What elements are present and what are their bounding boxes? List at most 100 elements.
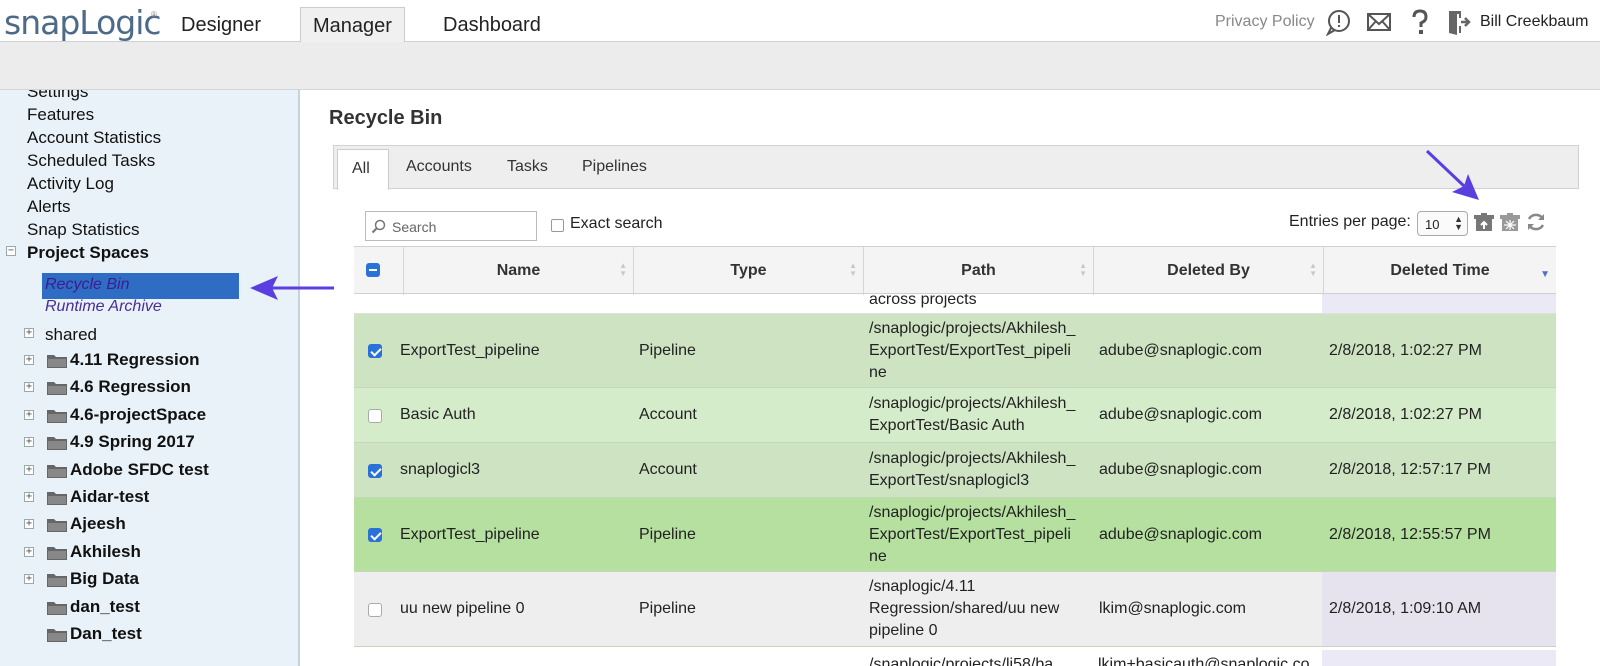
deleted-time-cell: 2/8/2018, 1:09:10 AM xyxy=(1329,600,1482,617)
help-icon[interactable] xyxy=(1406,8,1434,36)
path-line: ExportTest/Basic Auth xyxy=(869,417,1025,434)
table-row-partial: across projects xyxy=(354,291,1556,314)
select-all-cell xyxy=(354,247,404,295)
expand-icon[interactable]: + xyxy=(24,464,34,475)
path-cell: /snaplogic/projects/Akhilesh_ ExportTest/… xyxy=(869,388,1075,442)
sidebar-item-shared[interactable]: shared xyxy=(45,325,97,345)
expand-icon[interactable]: + xyxy=(24,574,34,585)
row-checkbox[interactable] xyxy=(368,528,382,542)
sidebar-folder-item[interactable]: Adobe SFDC test xyxy=(70,460,209,480)
mail-icon[interactable] xyxy=(1365,8,1393,36)
path-line: /snaplogic/projects/Akhilesh_ xyxy=(869,450,1076,467)
sidebar-item-settings[interactable]: Settings xyxy=(27,90,88,102)
column-header-path[interactable]: Path ▲ ▼ xyxy=(864,247,1094,295)
deleted-time-cell-bg xyxy=(1322,294,1556,313)
path-cell: /snaplogic/projects/li58/ba xyxy=(869,656,1054,666)
refresh-icon[interactable] xyxy=(1524,210,1548,234)
privacy-policy-link[interactable]: Privacy Policy xyxy=(1215,13,1315,31)
tab-designer[interactable]: Designer xyxy=(181,14,261,37)
select-all-checkbox[interactable] xyxy=(366,263,380,277)
expand-icon[interactable]: + xyxy=(24,328,34,338)
feedback-icon[interactable] xyxy=(1325,8,1353,37)
row-checkbox[interactable] xyxy=(368,344,382,358)
sidebar-item-activity-log[interactable]: Activity Log xyxy=(27,174,114,194)
path-lines: /snaplogic/4.11 Regression/shared/uu new p… xyxy=(869,576,1059,642)
path-line: /snaplogic/4.11 xyxy=(869,578,976,595)
tab-accounts[interactable]: Accounts xyxy=(406,158,472,176)
name-cell: ExportTest_pipeline xyxy=(400,525,540,543)
sort-icon: ▲ ▼ xyxy=(1309,261,1317,278)
column-header-deleted-time[interactable]: Deleted Time ▼ xyxy=(1324,247,1556,295)
expand-icon[interactable]: + xyxy=(24,519,34,530)
column-header-type[interactable]: Type ▲ ▼ xyxy=(634,247,864,295)
sidebar-folder-item[interactable]: 4.6 Regression xyxy=(70,377,191,397)
tab-tasks[interactable]: Tasks xyxy=(507,158,548,176)
sidebar-folder-item[interactable]: 4.11 Regression xyxy=(70,350,199,370)
exact-search-label: Exact search xyxy=(570,215,663,232)
folder-icon xyxy=(47,600,67,615)
sidebar-item-account-statistics[interactable]: Account Statistics xyxy=(27,128,161,148)
sort-icon: ▲ ▼ xyxy=(619,261,627,278)
tab-pipelines[interactable]: Pipelines xyxy=(582,158,647,176)
sort-desc-icon: ▼ xyxy=(1540,269,1550,280)
tab-manager[interactable]: Manager xyxy=(300,7,405,43)
sidebar-item-runtime-archive[interactable]: Runtime Archive xyxy=(45,298,162,316)
sidebar-folder-item[interactable]: Akhilesh xyxy=(70,542,141,562)
toolbar-strip xyxy=(0,42,1600,90)
expand-icon[interactable]: + xyxy=(24,382,34,393)
collapse-project-spaces-icon[interactable]: − xyxy=(6,246,16,256)
sidebar-folder-item[interactable]: dan_test xyxy=(70,597,140,617)
expand-icon[interactable]: + xyxy=(24,492,34,502)
sidebar-item-recycle-bin[interactable]: Recycle Bin xyxy=(42,273,239,299)
path-lines: /snaplogic/projects/Akhilesh_ ExportTest/… xyxy=(869,502,1075,568)
sidebar-folder-item[interactable]: Dan_test xyxy=(70,624,142,644)
expand-icon[interactable]: + xyxy=(24,355,34,365)
sidebar-folder-item[interactable]: Big Data xyxy=(70,569,139,589)
table-row[interactable]: snaplogicl3 Account/snaplogic/projects/Ak… xyxy=(354,443,1556,498)
tab-dashboard[interactable]: Dashboard xyxy=(443,14,541,37)
restore-icon[interactable] xyxy=(1472,210,1496,234)
select-arrows-icon: ▲ ▼ xyxy=(1454,214,1463,232)
sidebar-folder-item[interactable]: Aidar-test xyxy=(70,487,149,507)
expand-icon[interactable]: + xyxy=(24,437,34,448)
snaplogic-logo[interactable]: snapLogic xyxy=(4,3,162,42)
entries-per-page-select[interactable]: 10 ▲ ▼ xyxy=(1417,211,1468,236)
exact-search-checkbox[interactable] xyxy=(551,219,564,232)
delete-permanently-icon[interactable] xyxy=(1498,210,1522,234)
table-row[interactable]: ExportTest_pipeline Pipeline/snaplogic/pr… xyxy=(354,314,1556,388)
deleted-by-cell: adube@snaplogic.com xyxy=(1099,406,1263,423)
sidebar-folder-item[interactable]: 4.6-projectSpace xyxy=(70,405,206,425)
sidebar-item-scheduled-tasks[interactable]: Scheduled Tasks xyxy=(27,151,155,171)
path-line: /snaplogic/projects/Akhilesh_ xyxy=(869,503,1076,521)
logo-text: snapLogic xyxy=(4,3,162,42)
column-header-name[interactable]: Name ▲ ▼ xyxy=(404,247,634,295)
row-checkbox[interactable] xyxy=(368,408,382,423)
annotation-arrow-left-icon xyxy=(250,276,334,300)
table-row[interactable]: ExportTest_pipeline Pipeline/snaplogic/pr… xyxy=(354,498,1556,572)
search-input[interactable] xyxy=(392,217,532,237)
logout-icon[interactable] xyxy=(1445,8,1473,36)
expand-icon[interactable]: + xyxy=(24,409,34,420)
deleted-by-cell: adube@snaplogic.com xyxy=(1099,525,1263,543)
name-cell: snaplogicl3 xyxy=(400,461,481,478)
column-label: Name xyxy=(496,262,541,279)
path-line: /snaplogic/projects/Akhilesh_ xyxy=(869,319,1076,337)
row-checkbox[interactable] xyxy=(368,463,382,478)
row-checkbox[interactable] xyxy=(368,602,382,617)
sidebar-folder-item[interactable]: Ajeesh xyxy=(70,514,126,534)
user-name[interactable]: Bill Creekbaum xyxy=(1480,13,1588,31)
sidebar: Settings Features Account Statistics Sch… xyxy=(0,90,300,666)
expand-icon[interactable]: + xyxy=(24,546,34,557)
path-lines: /snaplogic/projects/Akhilesh_ ExportTest/… xyxy=(869,448,1075,492)
sidebar-folder-item[interactable]: 4.9 Spring 2017 xyxy=(70,432,195,452)
sidebar-project-spaces[interactable]: Project Spaces xyxy=(27,243,149,263)
tab-all[interactable]: All xyxy=(337,149,389,190)
table-row[interactable]: Basic Auth Account/snaplogic/projects/Akh… xyxy=(354,388,1556,443)
sidebar-item-snap-statistics[interactable]: Snap Statistics xyxy=(27,220,139,240)
deleted-time-cell: 2/8/2018, 1:02:27 PM xyxy=(1329,341,1482,359)
column-header-deleted-by[interactable]: Deleted By ▲ ▼ xyxy=(1094,247,1324,295)
path-line: /snaplogic/projects/Akhilesh_ xyxy=(869,395,1076,412)
sidebar-item-features[interactable]: Features xyxy=(27,105,94,125)
sidebar-item-alerts[interactable]: Alerts xyxy=(27,197,70,217)
table-row[interactable]: uu new pipeline 0 Pipeline/snaplogic/4.11… xyxy=(354,572,1556,647)
